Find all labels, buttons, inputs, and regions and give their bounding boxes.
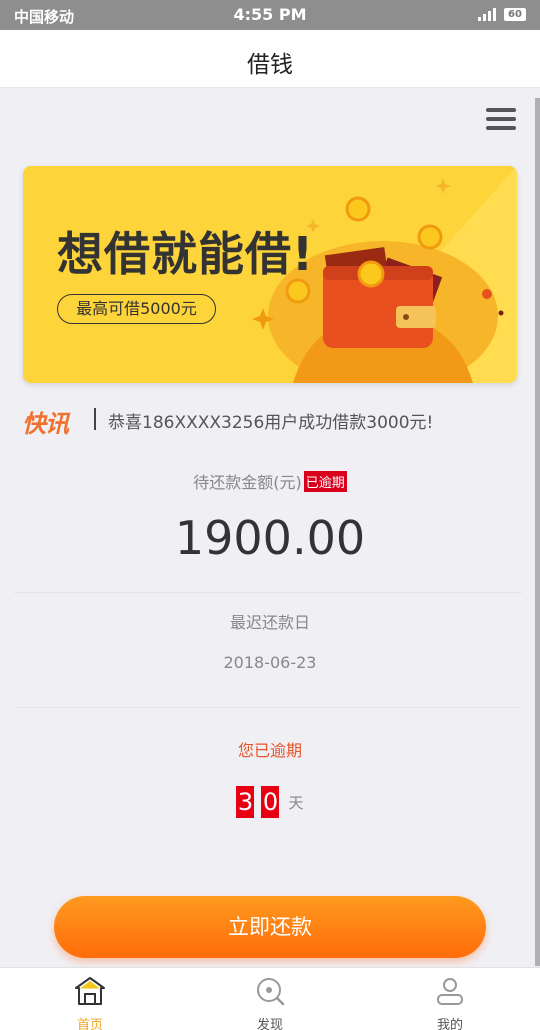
divider [14, 707, 522, 708]
overdue-digit: 3 [236, 786, 255, 818]
divider [14, 592, 522, 593]
status-time: 4:55 PM [233, 5, 307, 24]
tab-label: 我的 [436, 1018, 463, 1030]
discover-icon [257, 978, 285, 1006]
repay-now-button[interactable]: 立即还款 [54, 896, 486, 958]
overdue-days-counter: 30天 [0, 786, 540, 818]
tab-label: 首页 [76, 1018, 103, 1030]
overdue-badge: 已逾期 [303, 471, 347, 492]
tab-home[interactable]: 首页 [40, 968, 140, 1030]
navigation-bar: 借钱 [0, 30, 540, 88]
max-loan-pill: 最高可借5000元 [57, 294, 216, 324]
news-ticker: 快讯 恭喜186XXXX3256用户成功借款3000元! [22, 404, 522, 438]
battery-icon: 60 [504, 8, 526, 21]
user-icon [437, 978, 463, 1005]
due-date-label: 最迟还款日 [229, 613, 310, 632]
tab-mine[interactable]: 我的 [400, 968, 500, 1030]
home-icon [75, 977, 105, 1005]
menu-icon[interactable] [486, 108, 516, 134]
tab-label: 发现 [256, 1018, 283, 1030]
ticker-message: 恭喜186XXXX3256用户成功借款3000元! [108, 413, 434, 433]
ticker-divider [94, 408, 96, 430]
overdue-label: 您已逾期 [237, 741, 302, 760]
tab-discover[interactable]: 发现 [220, 968, 320, 1030]
amount-label: 待还款金额(元) [193, 473, 302, 492]
status-bar: 中国移动 4:55 PM 60 [0, 0, 540, 30]
signal-icon [478, 7, 496, 21]
promo-banner[interactable]: 想借就能借! 最高可借5000元 [23, 166, 517, 383]
days-unit: 天 [288, 793, 304, 812]
due-date-value: 2018-06-23 [223, 653, 317, 672]
amount-value: 1900.00 [174, 511, 366, 565]
banner-slogan: 想借就能借! [57, 227, 314, 281]
overdue-digit: 0 [261, 786, 280, 818]
tab-bar: 首页 发现 我的 [0, 967, 540, 1030]
amount-label-row: 待还款金额(元) 已逾期 [0, 469, 540, 493]
ticker-brand: 快讯 [22, 410, 69, 438]
page-title: 借钱 [247, 52, 293, 78]
